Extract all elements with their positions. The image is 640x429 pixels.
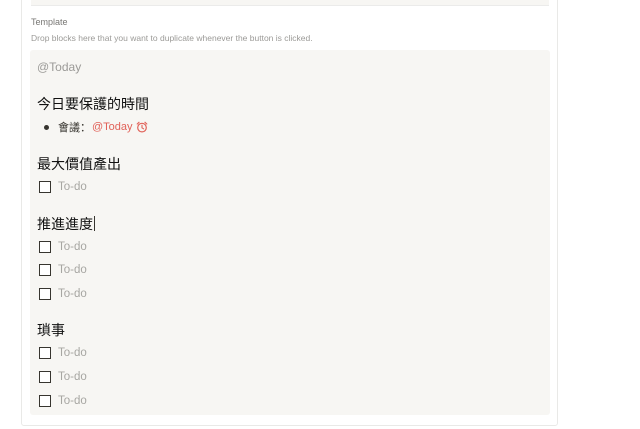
bullet-today-mention[interactable]: @Today <box>92 121 133 133</box>
alarm-clock-icon <box>136 121 148 133</box>
todo-item[interactable]: To-do <box>39 262 87 278</box>
todo-checkbox[interactable] <box>39 181 51 193</box>
todo-checkbox[interactable] <box>39 371 51 383</box>
todo-item[interactable]: To-do <box>39 239 87 255</box>
heading-max-value-output[interactable]: 最大價值產出 <box>37 154 121 174</box>
todo-item[interactable]: To-do <box>39 179 87 195</box>
todo-item[interactable]: To-do <box>39 286 87 302</box>
template-label: Template <box>31 17 68 27</box>
text-caret <box>94 216 95 231</box>
top-strip <box>31 0 549 6</box>
todo-placeholder[interactable]: To-do <box>58 264 87 276</box>
todo-item[interactable]: To-do <box>39 369 87 385</box>
today-mention[interactable]: @Today <box>37 60 81 74</box>
heading-chores[interactable]: 瑣事 <box>37 320 65 340</box>
todo-placeholder[interactable]: To-do <box>58 288 87 300</box>
todo-placeholder[interactable]: To-do <box>58 241 87 253</box>
heading-advance-progress-text: 推進進度 <box>37 217 93 233</box>
todo-placeholder[interactable]: To-do <box>58 371 87 383</box>
heading-advance-progress[interactable]: 推進進度 <box>37 214 95 234</box>
todo-checkbox[interactable] <box>39 347 51 359</box>
heading-protected-time[interactable]: 今日要保護的時間 <box>37 94 149 114</box>
todo-placeholder[interactable]: To-do <box>58 181 87 193</box>
todo-checkbox[interactable] <box>39 288 51 300</box>
todo-checkbox[interactable] <box>39 241 51 253</box>
todo-placeholder[interactable]: To-do <box>58 347 87 359</box>
bullet-prefix: 會議： <box>58 121 91 134</box>
todo-placeholder[interactable]: To-do <box>58 395 87 407</box>
todo-checkbox[interactable] <box>39 264 51 276</box>
bullet-dot <box>44 124 49 130</box>
todo-checkbox[interactable] <box>39 395 51 407</box>
bullet-item-meeting[interactable]: 會議： @Today <box>44 119 148 135</box>
todo-item[interactable]: To-do <box>39 393 87 409</box>
todo-item[interactable]: To-do <box>39 345 87 361</box>
template-hint: Drop blocks here that you want to duplic… <box>31 33 313 43</box>
